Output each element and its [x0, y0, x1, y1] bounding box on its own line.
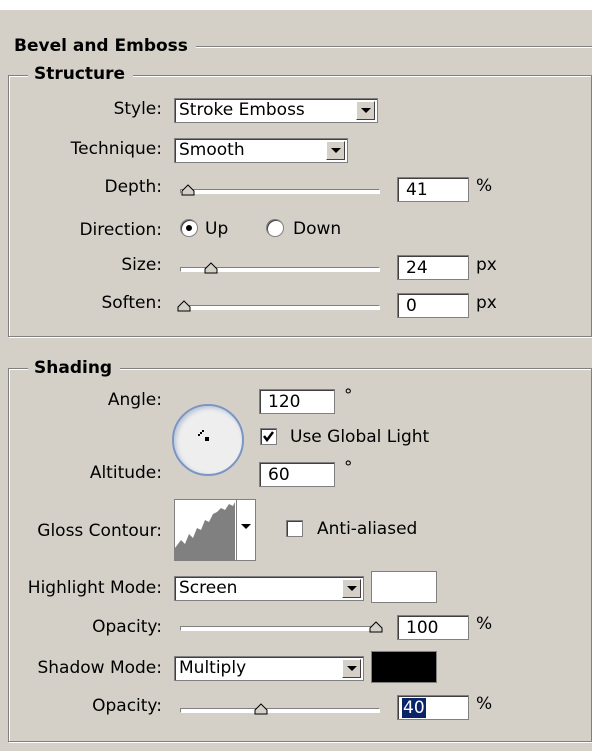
anti-aliased-checkbox[interactable]: [286, 520, 303, 537]
shadow-mode-value: Multiply: [179, 658, 247, 678]
highlight-opacity-unit: %: [476, 614, 493, 634]
use-global-light-checkbox[interactable]: [260, 428, 277, 445]
depth-unit: %: [476, 176, 493, 196]
slider-thumb[interactable]: [204, 262, 218, 274]
slider-thumb[interactable]: [181, 184, 195, 196]
size-unit: px: [476, 255, 497, 275]
slider-track: [180, 189, 380, 194]
angle-label: Angle:: [107, 390, 162, 410]
top-border: [0, 0, 598, 10]
crosshair-icon: [198, 430, 209, 441]
shadow-mode-label: Shadow Mode:: [37, 658, 162, 678]
angle-dial[interactable]: [172, 404, 244, 476]
style-value: Stroke Emboss: [179, 100, 305, 120]
depth-slider[interactable]: [180, 180, 380, 198]
highlight-color-swatch[interactable]: [371, 571, 437, 603]
altitude-unit: °: [344, 458, 353, 478]
highlight-mode-label: Highlight Mode:: [27, 578, 162, 598]
highlight-mode-select[interactable]: Screen: [174, 576, 364, 601]
direction-label: Direction:: [79, 220, 162, 240]
bevel-emboss-panel: Bevel and Emboss Structure Style: Stroke…: [0, 0, 598, 751]
direction-down-label[interactable]: Down: [293, 219, 341, 239]
slider-track: [180, 305, 380, 310]
size-input[interactable]: 24: [397, 255, 469, 280]
shading-title: Shading: [28, 358, 121, 378]
shadow-opacity-slider[interactable]: [180, 699, 380, 717]
gloss-contour-preview[interactable]: [174, 499, 256, 561]
highlight-opacity-slider[interactable]: [180, 617, 383, 635]
chevron-down-icon: [241, 524, 251, 529]
contour-curve-icon: [175, 500, 235, 560]
style-label: Style:: [113, 99, 162, 119]
direction-down-radio[interactable]: [266, 219, 284, 237]
shadow-mode-select[interactable]: Multiply: [174, 656, 364, 681]
use-global-light-label[interactable]: Use Global Light: [290, 427, 429, 447]
section-title: Bevel and Emboss: [14, 36, 196, 56]
slider-track: [180, 626, 380, 631]
shadow-opacity-input[interactable]: 40: [397, 695, 469, 720]
angle-unit: °: [344, 386, 353, 406]
shadow-opacity-unit: %: [476, 694, 493, 714]
direction-up-radio[interactable]: [180, 219, 198, 237]
gloss-contour-label: Gloss Contour:: [37, 521, 162, 541]
chevron-down-icon[interactable]: [326, 141, 345, 160]
style-select[interactable]: Stroke Emboss: [174, 98, 378, 123]
soften-unit: px: [476, 293, 497, 313]
soften-label: Soften:: [101, 293, 162, 313]
shadow-opacity-label: Opacity:: [92, 696, 162, 716]
soften-slider[interactable]: [177, 296, 380, 314]
size-label: Size:: [121, 255, 162, 275]
anti-aliased-label[interactable]: Anti-aliased: [317, 519, 417, 539]
slider-thumb[interactable]: [369, 621, 383, 633]
depth-label: Depth:: [104, 177, 162, 197]
altitude-input[interactable]: 60: [259, 462, 335, 487]
technique-select[interactable]: Smooth: [174, 138, 348, 163]
chevron-down-icon[interactable]: [356, 101, 375, 120]
structure-title: Structure: [28, 64, 134, 84]
chevron-down-icon[interactable]: [342, 579, 361, 598]
highlight-mode-value: Screen: [179, 578, 238, 598]
size-slider[interactable]: [180, 258, 380, 276]
direction-up-label[interactable]: Up: [205, 219, 228, 239]
slider-thumb[interactable]: [254, 703, 268, 715]
chevron-down-icon[interactable]: [342, 659, 361, 678]
right-border: [592, 0, 598, 751]
technique-label: Technique:: [70, 139, 162, 159]
shading-group: [8, 368, 592, 742]
checkmark-icon: [263, 431, 274, 443]
slider-track: [180, 708, 380, 713]
soften-input[interactable]: 0: [397, 293, 469, 318]
technique-value: Smooth: [179, 140, 245, 160]
highlight-opacity-label: Opacity:: [92, 617, 162, 637]
highlight-opacity-input[interactable]: 100: [397, 615, 469, 640]
depth-input[interactable]: 41: [397, 177, 469, 202]
shadow-color-swatch[interactable]: [371, 651, 437, 683]
contour-dropdown[interactable]: [236, 500, 255, 560]
altitude-label: Altitude:: [89, 463, 162, 483]
angle-input[interactable]: 120: [259, 389, 335, 414]
slider-thumb[interactable]: [177, 300, 191, 312]
